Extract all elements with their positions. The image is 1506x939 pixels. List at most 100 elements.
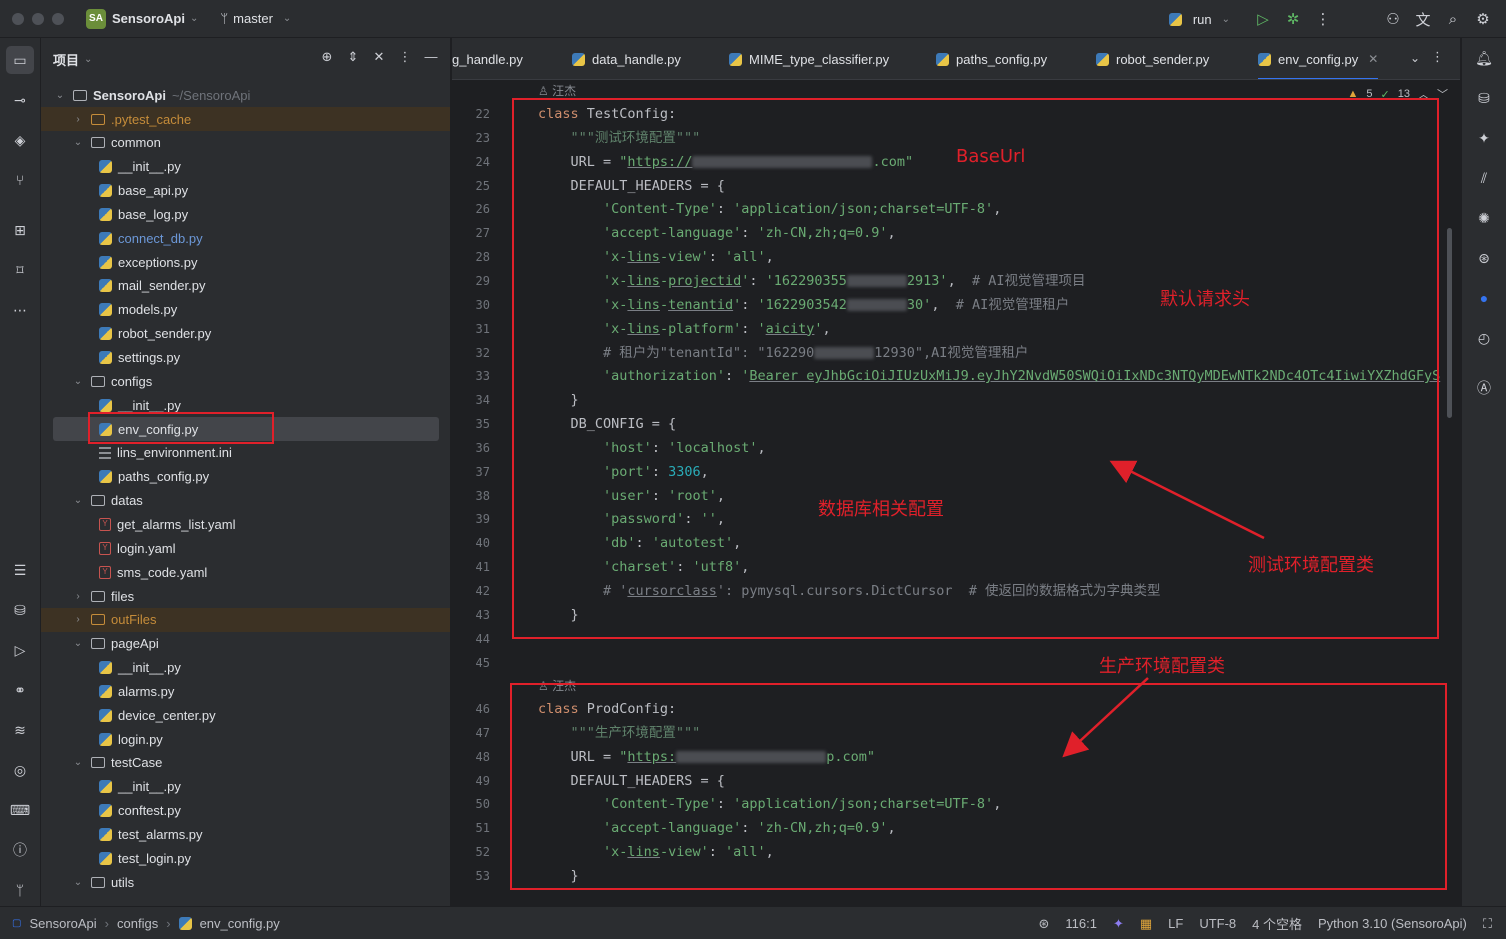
- more-actions-icon[interactable]: ⋮: [1308, 4, 1338, 34]
- tree-file[interactable]: models.py: [41, 298, 450, 322]
- tree-file[interactable]: Yget_alarms_list.yaml: [41, 512, 450, 536]
- tree-file[interactable]: conftest.py: [41, 799, 450, 823]
- tree-file[interactable]: __init__.py: [41, 155, 450, 179]
- tree-file[interactable]: login.py: [41, 727, 450, 751]
- ai-assistant-icon[interactable]: ✦: [1470, 124, 1498, 152]
- run-tool-icon[interactable]: ▷: [6, 636, 34, 664]
- plugin-status-icon[interactable]: ✦: [1113, 916, 1124, 932]
- chevron-right-icon[interactable]: ›: [71, 114, 85, 125]
- indent-setting[interactable]: 4 个空格: [1252, 914, 1302, 933]
- chevron-down-icon[interactable]: ⌄: [84, 54, 92, 65]
- tree-file[interactable]: device_center.py: [41, 703, 450, 727]
- structure-icon[interactable]: ⊞: [6, 216, 34, 244]
- editor-scrollbar[interactable]: [1447, 228, 1452, 418]
- run-configuration-selector[interactable]: run ⌄: [1168, 12, 1230, 27]
- tree-file[interactable]: robot_sender.py: [41, 322, 450, 346]
- tree-file[interactable]: __init__.py: [41, 656, 450, 680]
- tree-file[interactable]: settings.py: [41, 346, 450, 370]
- tab-list-chevron-icon[interactable]: ⌄: [1410, 51, 1420, 65]
- project-folder-icon[interactable]: ▭: [6, 46, 34, 74]
- tree-file[interactable]: base_api.py: [41, 179, 450, 203]
- ai-status-icon[interactable]: ⊛: [1038, 916, 1049, 932]
- tree-folder[interactable]: ⌄ utils: [41, 870, 450, 894]
- editor-tab[interactable]: robot_sender.py: [1096, 38, 1209, 79]
- terminal-icon[interactable]: ⌨: [6, 796, 34, 824]
- bookmarks-icon[interactable]: ⌑: [6, 256, 34, 284]
- tree-folder[interactable]: ⌄ datas: [41, 489, 450, 513]
- chevron-down-icon[interactable]: ⌄: [71, 376, 85, 387]
- tree-folder[interactable]: › files: [41, 584, 450, 608]
- notifications-bell-icon[interactable]: 🔔︎: [1470, 44, 1498, 72]
- tree-file[interactable]: lins_environment.ini: [41, 441, 450, 465]
- chevron-down-icon[interactable]: ⌄: [71, 638, 85, 649]
- caret-position[interactable]: 116:1: [1065, 916, 1097, 931]
- tree-file[interactable]: paths_config.py: [41, 465, 450, 489]
- tree-file[interactable]: exceptions.py: [41, 250, 450, 274]
- pull-requests-icon[interactable]: ⑂: [6, 166, 34, 194]
- tree-file[interactable]: base_log.py: [41, 202, 450, 226]
- git-icon[interactable]: ᛘ: [6, 876, 34, 904]
- tree-file[interactable]: alarms.py: [41, 679, 450, 703]
- tree-file[interactable]: test_login.py: [41, 846, 450, 870]
- breadcrumb-project[interactable]: SensoroApi: [29, 916, 96, 931]
- python-console-icon[interactable]: ⚭: [6, 676, 34, 704]
- settings-gear-icon[interactable]: ⚙: [1468, 4, 1498, 34]
- tree-folder[interactable]: ⌄ testCase: [41, 751, 450, 775]
- chevron-down-icon[interactable]: ⌄: [71, 757, 85, 768]
- tree-file[interactable]: test_alarms.py: [41, 823, 450, 847]
- close-icon[interactable]: ✕: [1368, 52, 1378, 66]
- chat-icon[interactable]: ●: [1470, 284, 1498, 312]
- expand-all-icon[interactable]: ⇕: [344, 49, 362, 65]
- breadcrumb-folder[interactable]: configs: [117, 916, 158, 931]
- editor-tab[interactable]: data_handle.py: [572, 38, 681, 79]
- options-icon[interactable]: ⋮: [396, 49, 414, 65]
- openai-icon[interactable]: ✺: [1470, 204, 1498, 232]
- editor-tab[interactable]: env_config.py ✕: [1258, 38, 1379, 79]
- add-user-icon[interactable]: ⚇: [1378, 4, 1408, 34]
- problems-icon[interactable]: ⓘ: [6, 836, 34, 864]
- tree-folder[interactable]: › outFiles: [41, 607, 450, 632]
- file-encoding[interactable]: UTF-8: [1199, 916, 1236, 931]
- tree-root[interactable]: ⌄ SensoroApi ~/SensoroApi: [41, 83, 450, 107]
- search-icon[interactable]: ⌕: [1438, 4, 1468, 34]
- line-separator[interactable]: LF: [1168, 916, 1183, 931]
- tree-folder[interactable]: ⌄ configs: [41, 369, 450, 393]
- tree-folder[interactable]: ⌄ pageApi: [41, 632, 450, 656]
- chevron-down-icon[interactable]: ⌄: [71, 495, 85, 506]
- commit-icon[interactable]: ⊸: [6, 86, 34, 114]
- hide-panel-icon[interactable]: —: [422, 49, 440, 65]
- tree-file[interactable]: mail_sender.py: [41, 274, 450, 298]
- database-icon[interactable]: ⛁: [6, 596, 34, 624]
- tree-folder[interactable]: › .pytest_cache: [41, 107, 450, 131]
- tree-file[interactable]: Ylogin.yaml: [41, 536, 450, 560]
- more-tools-icon[interactable]: ⋯: [6, 296, 34, 324]
- editor-tab[interactable]: g_handle.py: [452, 38, 523, 79]
- history-icon[interactable]: ◴: [1470, 324, 1498, 352]
- debug-icon[interactable]: ✲: [1278, 4, 1308, 34]
- tree-file[interactable]: Ysms_code.yaml: [41, 560, 450, 584]
- breadcrumb-file[interactable]: env_config.py: [200, 916, 280, 931]
- plugin-icon[interactable]: ⊛: [1470, 244, 1498, 272]
- chevron-right-icon[interactable]: ›: [71, 591, 85, 602]
- font-preview-icon[interactable]: Ⓐ: [1470, 374, 1498, 402]
- editor-tab[interactable]: paths_config.py: [936, 38, 1047, 79]
- branch-switcher[interactable]: ᛘ master ⌄: [220, 11, 291, 26]
- chevron-down-icon[interactable]: ⌄: [71, 877, 85, 888]
- todo-list-icon[interactable]: ☰: [6, 556, 34, 584]
- chevron-down-icon[interactable]: ⌄: [71, 137, 85, 148]
- project-panel-title[interactable]: 项目: [53, 50, 79, 69]
- windows-icon[interactable]: ▦: [1140, 916, 1152, 932]
- chevron-down-icon[interactable]: ⌄: [190, 13, 198, 24]
- database-icon[interactable]: ⛁: [1470, 84, 1498, 112]
- locate-file-icon[interactable]: ⊕: [318, 49, 336, 65]
- sciview-icon[interactable]: ⫽: [1470, 164, 1498, 192]
- collapse-all-icon[interactable]: ✕: [370, 49, 388, 65]
- learn-icon[interactable]: ◈: [6, 126, 34, 154]
- python-interpreter[interactable]: Python 3.10 (SensoroApi): [1318, 916, 1467, 931]
- tree-file[interactable]: __init__.py: [41, 775, 450, 799]
- lock-icon[interactable]: ⛶: [1483, 916, 1492, 932]
- editor-tab[interactable]: MIME_type_classifier.py: [729, 38, 889, 79]
- layers-icon[interactable]: ≋: [6, 716, 34, 744]
- chevron-right-icon[interactable]: ›: [71, 614, 85, 625]
- tree-file[interactable]: connect_db.py: [41, 226, 450, 250]
